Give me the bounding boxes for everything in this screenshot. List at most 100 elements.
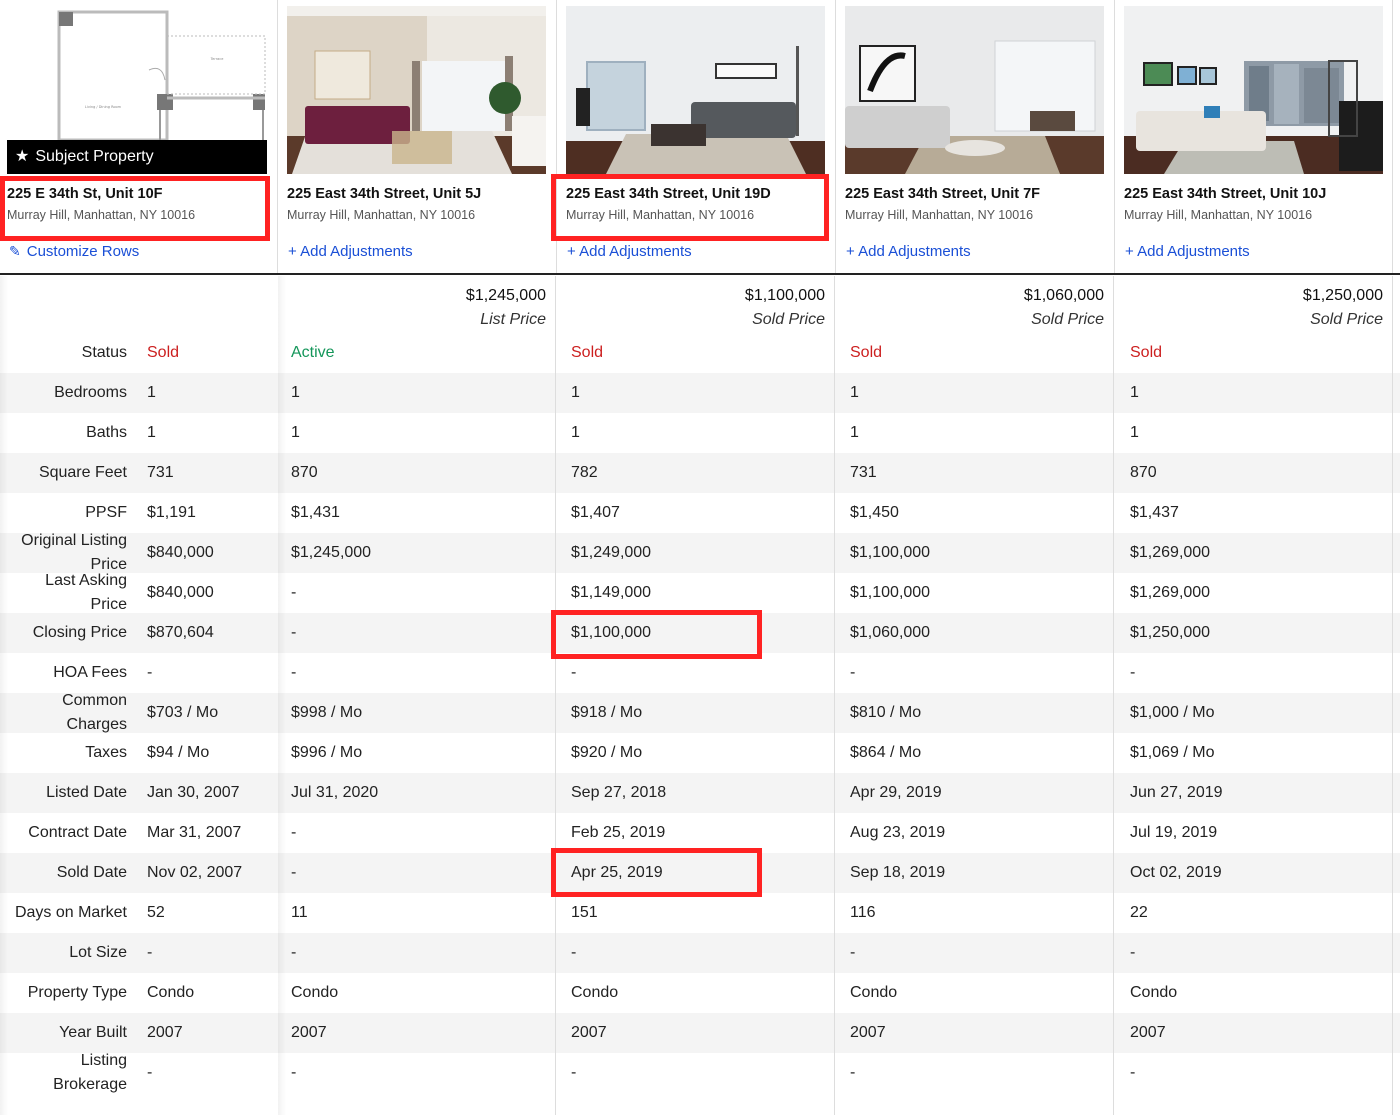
comparable-value-3: Sold — [850, 344, 883, 361]
row-label-text: Common — [62, 692, 127, 709]
comparable-value-4: 22 — [1130, 904, 1148, 921]
row-label-text: PPSF — [85, 504, 127, 521]
comparable-value-3: Sep 18, 2019 — [850, 864, 946, 881]
table-row-listed-date: Listed Date Jan 30, 2007 Jul 31, 2020 Sep 2… — [0, 773, 1400, 813]
subject-value: 731 — [147, 464, 174, 481]
add-adjustments-link[interactable]: + Add Adjustments — [288, 243, 413, 260]
comparable-value-1: $1,431 — [291, 504, 340, 521]
row-label-text: Brokerage — [53, 1076, 127, 1093]
comparable-value-3: Aug 23, 2019 — [850, 824, 946, 841]
subject-value: 2007 — [147, 1024, 183, 1041]
table-row-taxes: Taxes $94 / Mo $996 / Mo $920 / Mo $864 / Mo… — [0, 733, 1400, 773]
comparable-address-street[interactable]: 225 East 34th Street, Unit 5J — [287, 186, 481, 202]
comparable-value-3: $1,100,000 — [850, 584, 931, 601]
comparable-value-2: 782 — [571, 464, 598, 481]
price-summary-row: $1,245,000 List Price $1,100,000 Sold Pr… — [0, 276, 1400, 333]
subject-value: Mar 31, 2007 — [147, 824, 242, 841]
subject-address-street[interactable]: 225 E 34th St, Unit 10F — [7, 186, 195, 202]
row-label-text: Lot Size — [69, 944, 127, 961]
price-amount: $1,100,000 — [744, 287, 825, 304]
price-type-label: Sold Price — [1310, 311, 1383, 328]
add-adjustments-link[interactable]: + Add Adjustments — [846, 243, 971, 260]
price-amount: $1,250,000 — [1302, 287, 1383, 304]
comparable-value-4: 1 — [1130, 384, 1139, 401]
table-row-listing-brokerage: Listing Brokerage - - - - - — [0, 1052, 1400, 1093]
column-divider — [1392, 276, 1393, 1115]
comparable-value-3: Condo — [850, 984, 898, 1001]
comparable-value-4: Oct 02, 2019 — [1130, 864, 1222, 881]
comparable-value-4: Condo — [1130, 984, 1178, 1001]
comparable-address-street[interactable]: 225 East 34th Street, Unit 7F — [845, 186, 1040, 202]
row-label: Listing Brokerage — [0, 1052, 127, 1093]
comparable-photo-4[interactable] — [1124, 6, 1383, 174]
table-row-contract-date: Contract Date Mar 31, 2007 - Feb 25, 2019 Au… — [0, 813, 1400, 853]
table-row-year-built: Year Built 2007 2007 2007 2007 2007 — [0, 1013, 1400, 1053]
comparable-value-1: - — [291, 584, 297, 601]
table-row-hoa-fees: HOA Fees - - - - - — [0, 653, 1400, 693]
comparable-price-4: $1,250,000 Sold Price — [1114, 276, 1393, 333]
row-label-text: Days on Market — [14, 904, 127, 921]
comparable-value-3: - — [850, 944, 856, 961]
svg-text:Terrace: Terrace — [210, 57, 224, 61]
comparable-value-2: $920 / Mo — [571, 744, 643, 761]
comparable-column-1: 225 East 34th Street, Unit 5J Murray Hil… — [277, 0, 556, 274]
row-label: Property Type — [0, 973, 127, 1013]
subject-value: $840,000 — [147, 544, 214, 561]
comparable-value-1: $998 / Mo — [291, 704, 363, 721]
price-type-label: List Price — [480, 311, 546, 328]
subject-property-badge: ★ Subject Property — [7, 140, 267, 174]
comparable-value-1: $996 / Mo — [291, 744, 363, 761]
comparable-value-2: Sold — [571, 344, 604, 361]
row-label: HOA Fees — [0, 653, 127, 693]
comparable-value-3: 2007 — [850, 1024, 886, 1041]
comparable-value-3: - — [850, 1064, 856, 1081]
table-row-lot-size: Lot Size - - - - - — [0, 933, 1400, 973]
comparable-value-4: - — [1130, 664, 1136, 681]
comparable-photo-2[interactable] — [566, 6, 825, 174]
row-label-text: Listing — [80, 1052, 127, 1069]
comparable-address-street[interactable]: 225 East 34th Street, Unit 10J — [1124, 186, 1326, 202]
row-label: Square Feet — [0, 453, 127, 493]
subject-value: - — [147, 664, 153, 681]
comparable-value-1: $1,245,000 — [291, 544, 372, 561]
comparable-value-2: $1,249,000 — [571, 544, 652, 561]
subject-floorplan-image[interactable]: Terrace Living / Dining Room — [7, 0, 267, 140]
comparable-photo-1[interactable] — [287, 6, 546, 174]
subject-value: $870,604 — [147, 624, 214, 641]
table-row-baths: Baths 1 1 1 1 1 — [0, 413, 1400, 453]
comparable-value-4: 870 — [1130, 464, 1157, 481]
row-label: Original Listing Price — [0, 532, 127, 573]
comparable-value-1: - — [291, 864, 297, 881]
comparable-value-1: - — [291, 1064, 297, 1081]
add-adjustments-link[interactable]: + Add Adjustments — [567, 243, 692, 260]
comparable-column-4: 225 East 34th Street, Unit 10J Murray Hi… — [1114, 0, 1393, 274]
customize-rows-link[interactable]: ✎ Customize Rows — [9, 243, 139, 260]
column-divider — [1113, 276, 1114, 1115]
comparable-value-1: Jul 31, 2020 — [291, 784, 379, 801]
comparable-value-2: - — [571, 944, 577, 961]
comparable-address-neighborhood: Murray Hill, Manhattan, NY 10016 — [566, 208, 755, 222]
row-label-text: Baths — [86, 424, 127, 441]
subject-address-neighborhood: Murray Hill, Manhattan, NY 10016 — [7, 208, 196, 222]
comparable-address-street[interactable]: 225 East 34th Street, Unit 19D — [566, 186, 771, 202]
comparable-value-1: - — [291, 664, 297, 681]
comparison-table-body: Status Sold Active Sold Sold Sold Bedrooms 1 1 1 1… — [0, 333, 1400, 1093]
row-label-text: Original Listing — [21, 532, 127, 549]
comparison-header: Terrace Living / Dining Room ★ Subject Pr… — [0, 0, 1400, 275]
comparable-photo-3[interactable] — [845, 6, 1104, 174]
subject-property-column: Terrace Living / Dining Room ★ Subject Pr… — [0, 0, 277, 274]
table-row-original-listing-price: Original Listing Price $840,000 $1,245,000 $… — [0, 532, 1400, 573]
row-label-text: Bedrooms — [54, 384, 127, 401]
subject-value: - — [147, 944, 153, 961]
comparable-value-4: $1,269,000 — [1130, 544, 1211, 561]
subject-value: 1 — [147, 424, 156, 441]
subject-value: Condo — [147, 984, 195, 1001]
comparable-value-3: $864 / Mo — [850, 744, 922, 761]
row-label-text: Closing Price — [32, 624, 127, 641]
comparable-value-3: $810 / Mo — [850, 704, 922, 721]
row-label-text: Last Asking — [45, 572, 127, 589]
comparable-value-2: $1,149,000 — [571, 584, 652, 601]
comparable-address-neighborhood: Murray Hill, Manhattan, NY 10016 — [845, 208, 1034, 222]
comparable-value-2: Condo — [571, 984, 619, 1001]
add-adjustments-link[interactable]: + Add Adjustments — [1125, 243, 1250, 260]
